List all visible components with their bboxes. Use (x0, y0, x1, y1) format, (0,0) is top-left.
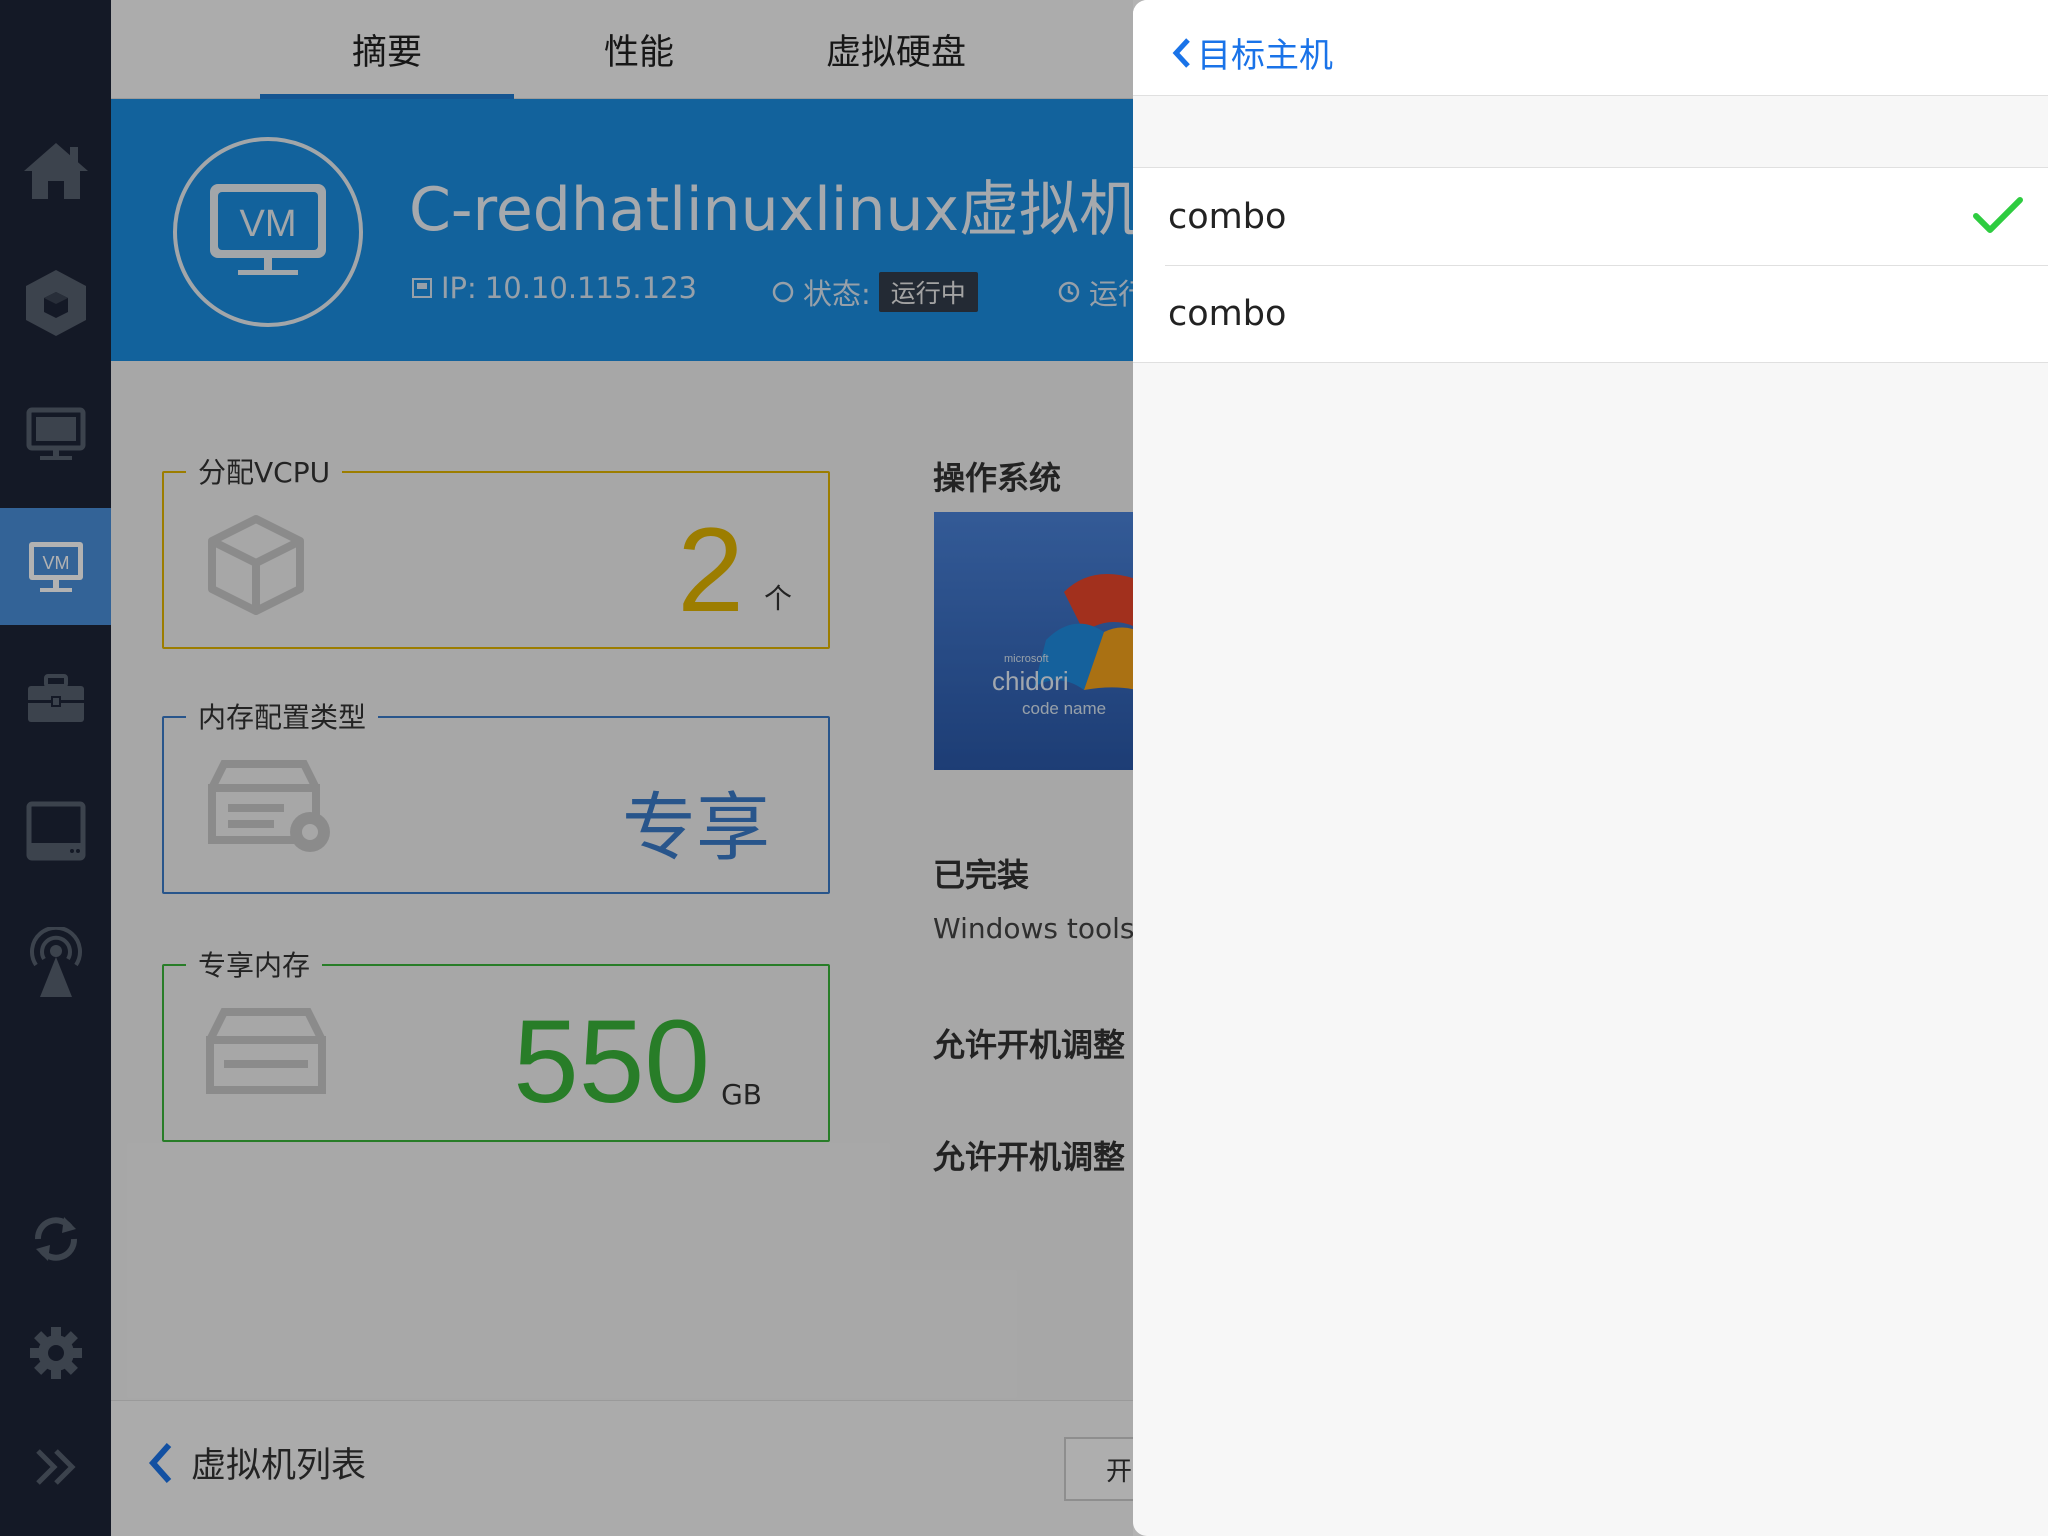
host-list: combo combo (1133, 167, 2048, 363)
host-row[interactable]: combo (1133, 265, 2048, 362)
modal-dim-overlay[interactable] (0, 0, 1133, 1536)
checkmark-icon (1973, 197, 2023, 233)
host-name: combo (1168, 196, 1287, 237)
host-row[interactable]: combo (1133, 168, 2048, 265)
panel-title: 目标主机 (1197, 36, 1333, 76)
host-name: combo (1168, 293, 1287, 334)
chevron-left-icon (1172, 37, 1190, 68)
panel-back-button[interactable]: 目标主机 (1171, 28, 1333, 77)
panel-header: 目标主机 (1133, 0, 2048, 96)
target-host-panel: 目标主机 combo combo (1133, 0, 2048, 1536)
